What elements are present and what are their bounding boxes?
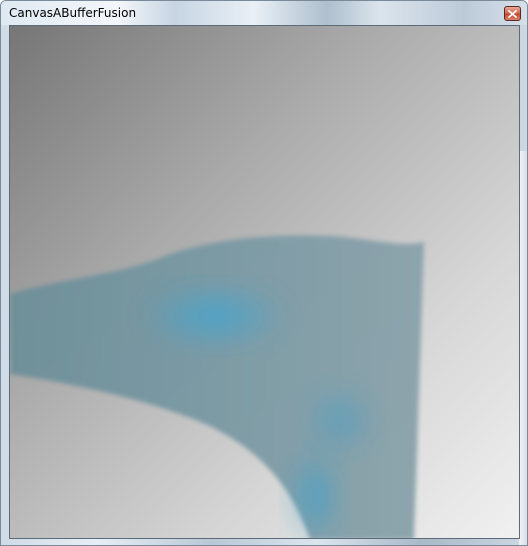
window-right-edge	[519, 151, 527, 545]
close-icon	[508, 9, 517, 18]
render-canvas[interactable]	[9, 25, 520, 539]
close-button[interactable]	[504, 6, 521, 21]
window-title: CanvasABufferFusion	[9, 6, 137, 20]
render-canvas-svg	[10, 26, 519, 538]
title-bar[interactable]: CanvasABufferFusion	[1, 1, 527, 25]
app-window: CanvasABufferFusion	[0, 0, 528, 546]
